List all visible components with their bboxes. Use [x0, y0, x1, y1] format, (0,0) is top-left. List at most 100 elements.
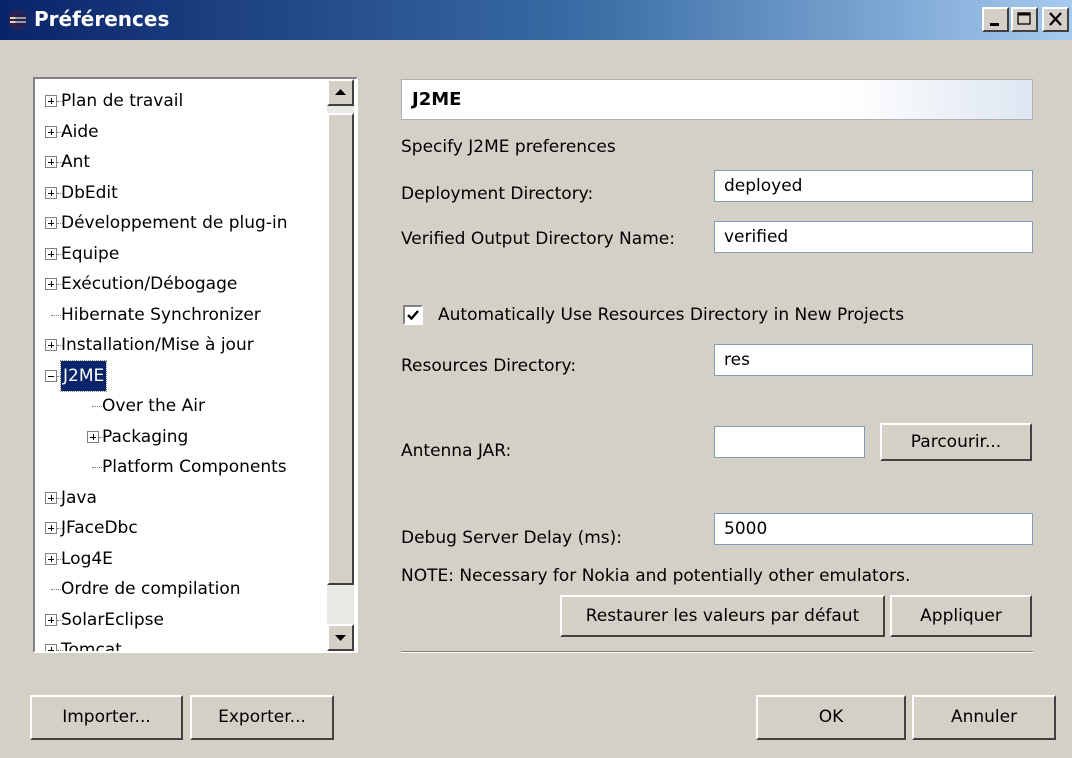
- scroll-up-button[interactable]: [327, 79, 354, 106]
- tree-item[interactable]: Hibernate Synchronizer: [35, 300, 325, 330]
- resources-directory-label: Resources Directory:: [401, 356, 577, 376]
- cancel-button-label: Annuler: [950, 707, 1018, 727]
- tree-item-label: JFaceDbc: [61, 518, 138, 538]
- maximize-button[interactable]: [1011, 7, 1038, 32]
- tree-item[interactable]: J2ME: [35, 359, 325, 392]
- browse-button-label: Parcourir...: [910, 432, 1002, 452]
- expand-icon[interactable]: [45, 339, 57, 351]
- tree-item-label: Platform Components: [102, 457, 287, 477]
- deployment-directory-label: Deployment Directory:: [401, 184, 594, 204]
- expand-icon[interactable]: [45, 613, 57, 626]
- browse-button[interactable]: Parcourir...: [880, 423, 1032, 461]
- expand-icon[interactable]: [45, 247, 57, 260]
- tree-item[interactable]: Over the Air: [35, 391, 325, 421]
- expand-icon[interactable]: [45, 644, 57, 651]
- tree-item-label: Exécution/Débogage: [61, 274, 238, 294]
- import-button-label: Importer...: [62, 707, 151, 727]
- export-button-label: Exporter...: [218, 707, 306, 727]
- tree-item-label: Equipe: [61, 243, 120, 264]
- separator: [401, 651, 1033, 653]
- tree-connector: [51, 589, 61, 590]
- expand-icon[interactable]: [45, 125, 57, 138]
- tree-item-label: Over the Air: [102, 396, 205, 416]
- tree-item-label: Développement de plug-in: [61, 213, 288, 233]
- tree-item[interactable]: Développement de plug-in: [35, 208, 325, 238]
- expand-icon[interactable]: [45, 278, 57, 290]
- resources-directory-field[interactable]: res: [714, 344, 1033, 376]
- close-button[interactable]: [1042, 7, 1069, 32]
- collapse-icon[interactable]: [45, 369, 57, 382]
- tree-item-label: J2ME: [59, 359, 108, 392]
- tree-item-label: Hibernate Synchronizer: [61, 304, 261, 325]
- tree-item-label: SolarEclipse: [61, 609, 164, 630]
- tree-item-label: Aide: [61, 121, 99, 142]
- scroll-thumb[interactable]: [327, 113, 354, 585]
- antenna-jar-field[interactable]: [714, 426, 865, 458]
- tree-item[interactable]: Platform Components: [35, 452, 325, 482]
- tree-item-label: Tomcat: [61, 640, 122, 653]
- tree-item-label: DbEdit: [61, 182, 118, 203]
- tree-item-label: Ant: [61, 152, 91, 172]
- tree-connector: [92, 406, 102, 407]
- scroll-down-button[interactable]: [327, 624, 354, 651]
- note-text: NOTE: Necessary for Nokia and potentiall…: [401, 566, 911, 586]
- tree-connector: [51, 314, 61, 316]
- tree-item[interactable]: Plan de travail: [35, 86, 325, 116]
- minimize-button[interactable]: [982, 7, 1009, 32]
- verified-output-label: Verified Output Directory Name:: [401, 229, 675, 249]
- auto-resources-label[interactable]: Automatically Use Resources Directory in…: [438, 305, 904, 325]
- expand-icon[interactable]: [45, 491, 57, 504]
- ok-button[interactable]: OK: [756, 695, 906, 740]
- tree-item[interactable]: DbEdit: [35, 178, 325, 208]
- debug-delay-field[interactable]: 5000: [714, 513, 1033, 545]
- tree-item[interactable]: Equipe: [35, 239, 325, 269]
- expand-icon[interactable]: [45, 552, 57, 565]
- eclipse-icon: [8, 10, 29, 30]
- maximize-icon: [1017, 12, 1031, 25]
- tree-item-label: Ordre de compilation: [61, 579, 241, 599]
- restore-defaults-label: Restaurer les valeurs par défaut: [585, 606, 860, 626]
- tree-item[interactable]: Java: [35, 483, 325, 513]
- expand-icon[interactable]: [45, 522, 57, 534]
- tree-item[interactable]: Ordre de compilation: [35, 574, 325, 604]
- arrow-up-icon: [335, 89, 346, 95]
- tree-item-label: Plan de travail: [61, 91, 184, 111]
- deployment-directory-field[interactable]: deployed: [714, 170, 1033, 202]
- close-icon: [1049, 12, 1062, 26]
- minimize-icon: [990, 23, 999, 26]
- tree-item[interactable]: Aide: [35, 117, 325, 147]
- auto-resources-checkbox[interactable]: [403, 305, 423, 325]
- export-button[interactable]: Exporter...: [190, 695, 334, 740]
- ok-button-label: OK: [818, 707, 844, 727]
- tree-scrollbar[interactable]: [327, 79, 354, 651]
- tree-item[interactable]: Ant: [35, 147, 325, 177]
- tree-item[interactable]: Installation/Mise à jour: [35, 330, 325, 360]
- apply-button-label: Appliquer: [920, 606, 1002, 626]
- tree-connector: [92, 467, 102, 468]
- tree-item[interactable]: Exécution/Débogage: [35, 269, 325, 299]
- page-description: Specify J2ME preferences: [401, 137, 616, 157]
- tree-item[interactable]: Log4E: [35, 544, 325, 574]
- cancel-button[interactable]: Annuler: [912, 695, 1056, 740]
- checkmark-icon: [407, 310, 419, 321]
- debug-delay-label: Debug Server Delay (ms):: [401, 528, 623, 548]
- arrow-down-icon: [335, 635, 346, 641]
- verified-output-field[interactable]: verified: [714, 221, 1033, 253]
- expand-icon[interactable]: [87, 430, 99, 443]
- expand-icon[interactable]: [45, 156, 57, 168]
- expand-icon[interactable]: [45, 217, 57, 229]
- apply-button[interactable]: Appliquer: [890, 595, 1032, 637]
- page-title: J2ME: [401, 79, 1033, 120]
- title-bar[interactable]: Préférences: [0, 0, 1072, 40]
- tree-item-label: Packaging: [102, 426, 189, 447]
- expand-icon[interactable]: [45, 95, 57, 107]
- import-button[interactable]: Importer...: [30, 695, 183, 740]
- tree-item[interactable]: JFaceDbc: [35, 513, 325, 543]
- tree-item[interactable]: SolarEclipse: [35, 605, 325, 635]
- preferences-tree[interactable]: Plan de travail Aide Ant DbEdit Développemen…: [33, 77, 358, 653]
- tree-item[interactable]: Tomcat: [35, 635, 325, 653]
- tree-item[interactable]: Packaging: [35, 422, 325, 452]
- expand-icon[interactable]: [45, 186, 57, 199]
- restore-defaults-button[interactable]: Restaurer les valeurs par défaut: [560, 595, 885, 637]
- tree-item-label: Java: [61, 487, 97, 508]
